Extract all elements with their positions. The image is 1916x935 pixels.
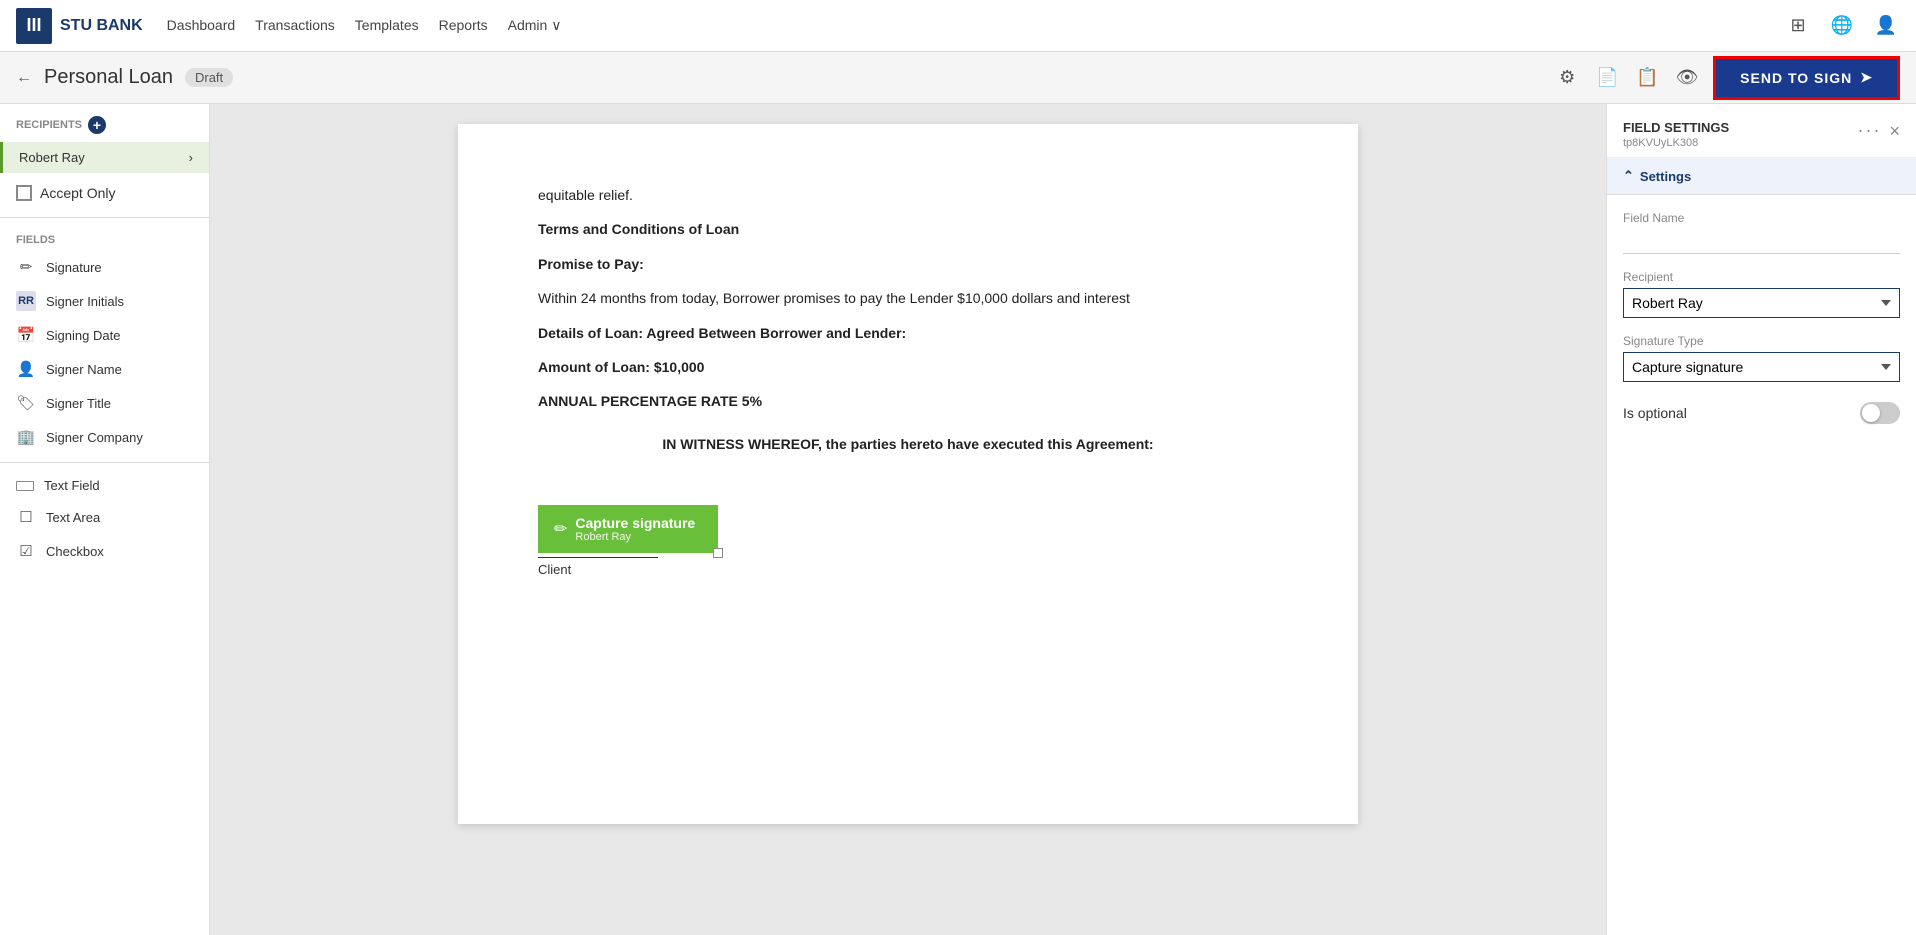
doc-line-3: Promise to Pay:: [538, 253, 1278, 275]
field-name-label: Field Name: [1623, 211, 1900, 225]
panel-title: FIELD SETTINGS: [1623, 120, 1729, 135]
document-icon[interactable]: 📄: [1593, 64, 1621, 92]
page-title: Personal Loan: [44, 66, 173, 89]
panel-close-button[interactable]: ×: [1889, 122, 1900, 140]
is-optional-group: Is optional: [1623, 398, 1900, 428]
doc-line-7: ANNUAL PERCENTAGE RATE 5%: [538, 390, 1278, 412]
document-text: equitable relief. Terms and Conditions o…: [538, 184, 1278, 455]
doc-line-6: Amount of Loan: $10,000: [538, 356, 1278, 378]
add-recipient-button[interactable]: +: [88, 116, 106, 134]
main-layout: RECIPIENTS + Robert Ray › Accept Only FI…: [0, 104, 1916, 935]
panel-header-right: ··· ×: [1858, 120, 1901, 141]
send-to-sign-button[interactable]: SEND TO SIGN ➤: [1713, 56, 1900, 100]
signature-widget[interactable]: ✏ Capture signature Robert Ray: [538, 505, 718, 553]
client-label: Client: [538, 562, 718, 577]
recipient-robert-ray[interactable]: Robert Ray ›: [0, 142, 209, 173]
sidebar-item-signer-name[interactable]: 👤 Signer Name: [0, 352, 209, 386]
sidebar-item-checkbox[interactable]: ☑ Checkbox: [0, 534, 209, 568]
logo-icon: III: [16, 8, 52, 44]
accept-only-row[interactable]: Accept Only: [0, 177, 209, 209]
user-icon[interactable]: 👤: [1872, 12, 1900, 40]
resize-handle[interactable]: [713, 548, 723, 558]
recipient-arrow-icon: ›: [189, 150, 193, 165]
doc-line-2: Terms and Conditions of Loan: [538, 218, 1278, 240]
signature-widget-icon: ✏: [554, 519, 567, 539]
subheader: ← Personal Loan Draft ⚙ 📄 📋 👁 SEND TO SI…: [0, 52, 1916, 104]
nav-transactions[interactable]: Transactions: [255, 17, 335, 34]
signature-field-icon: ✏: [16, 257, 36, 277]
signer-name-field-icon: 👤: [16, 359, 36, 379]
toggle-knob: [1862, 404, 1880, 422]
document-page: equitable relief. Terms and Conditions o…: [458, 124, 1358, 824]
chevron-up-icon: ⌃: [1623, 168, 1634, 184]
brand-name: STU BANK: [60, 17, 143, 35]
sidebar-item-signer-initials[interactable]: RR Signer Initials: [0, 284, 209, 318]
globe-icon[interactable]: 🌐: [1828, 12, 1856, 40]
nav-links: Dashboard Transactions Templates Reports…: [167, 17, 1760, 34]
doc-line-1: equitable relief.: [538, 184, 1278, 206]
field-name-input[interactable]: [1623, 229, 1900, 254]
panel-header: FIELD SETTINGS tp8KVUyLK308 ··· ×: [1607, 104, 1916, 158]
status-badge: Draft: [185, 68, 233, 87]
signer-company-field-icon: 🏢: [16, 427, 36, 447]
eye-icon[interactable]: 👁: [1673, 64, 1701, 92]
back-button[interactable]: ←: [16, 69, 32, 87]
sidebar-item-signer-title[interactable]: 🏷 Signer Title: [0, 386, 209, 420]
sidebar-item-text-field[interactable]: Text Field: [0, 471, 209, 500]
sidebar: RECIPIENTS + Robert Ray › Accept Only FI…: [0, 104, 210, 935]
document-check-icon[interactable]: 📋: [1633, 64, 1661, 92]
sidebar-item-signing-date[interactable]: 📅 Signing Date: [0, 318, 209, 352]
doc-line-5: Details of Loan: Agreed Between Borrower…: [538, 322, 1278, 344]
doc-line-4: Within 24 months from today, Borrower pr…: [538, 287, 1278, 309]
is-optional-label: Is optional: [1623, 405, 1687, 421]
signer-initials-field-icon: RR: [16, 291, 36, 311]
panel-more-options-icon[interactable]: ···: [1858, 120, 1882, 141]
fields-section-title: FIELDS: [0, 226, 209, 250]
admin-chevron-icon: ∨: [551, 17, 561, 33]
network-icon[interactable]: ⊞: [1784, 12, 1812, 40]
recipients-section-title: RECIPIENTS +: [0, 104, 209, 138]
sidebar-item-signer-company[interactable]: 🏢 Signer Company: [0, 420, 209, 454]
document-area: equitable relief. Terms and Conditions o…: [210, 104, 1606, 935]
is-optional-row: Is optional: [1623, 398, 1900, 428]
sig-label: Capture signature: [575, 515, 695, 531]
settings-collapsible[interactable]: ⌃ Settings: [1607, 158, 1916, 195]
signature-type-select[interactable]: Capture signature Draw signature Type si…: [1623, 352, 1900, 382]
settings-icon[interactable]: ⚙: [1553, 64, 1581, 92]
logo-area: III STU BANK: [16, 8, 143, 44]
sig-sub-label: Robert Ray: [575, 531, 695, 543]
signature-type-label: Signature Type: [1623, 334, 1900, 348]
nav-templates[interactable]: Templates: [355, 17, 419, 34]
signature-type-group: Signature Type Capture signature Draw si…: [1623, 334, 1900, 382]
text-area-icon: ☐: [16, 507, 36, 527]
top-nav: III STU BANK Dashboard Transactions Temp…: [0, 0, 1916, 52]
panel-id: tp8KVUyLK308: [1623, 137, 1729, 149]
field-settings-panel: FIELD SETTINGS tp8KVUyLK308 ··· × ⌃ Sett…: [1606, 104, 1916, 935]
field-name-group: Field Name: [1623, 211, 1900, 254]
recipient-label: Recipient: [1623, 270, 1900, 284]
checkbox-field-icon: ☑: [16, 541, 36, 561]
signature-block: ✏ Capture signature Robert Ray Client: [538, 505, 718, 577]
signature-line: [538, 557, 658, 558]
settings-section-label: Settings: [1640, 169, 1691, 184]
nav-dashboard[interactable]: Dashboard: [167, 17, 236, 34]
nav-reports[interactable]: Reports: [439, 17, 488, 34]
is-optional-toggle[interactable]: [1860, 402, 1900, 424]
doc-line-8: IN WITNESS WHEREOF, the parties hereto h…: [538, 433, 1278, 455]
recipient-group: Recipient Robert Ray: [1623, 270, 1900, 318]
panel-body: Field Name Recipient Robert Ray Signatur…: [1607, 195, 1916, 460]
sidebar-item-text-area[interactable]: ☐ Text Area: [0, 500, 209, 534]
text-field-icon: [16, 481, 34, 491]
sidebar-item-signature[interactable]: ✏ Signature: [0, 250, 209, 284]
signing-date-field-icon: 📅: [16, 325, 36, 345]
recipient-select[interactable]: Robert Ray: [1623, 288, 1900, 318]
accept-only-checkbox[interactable]: [16, 185, 32, 201]
nav-right: ⊞ 🌐 👤: [1784, 12, 1900, 40]
subheader-actions: ⚙ 📄 📋 👁 SEND TO SIGN ➤: [1553, 56, 1900, 100]
nav-admin[interactable]: Admin ∨: [508, 17, 562, 34]
send-icon: ➤: [1860, 69, 1873, 86]
signer-title-field-icon: 🏷: [16, 393, 36, 413]
